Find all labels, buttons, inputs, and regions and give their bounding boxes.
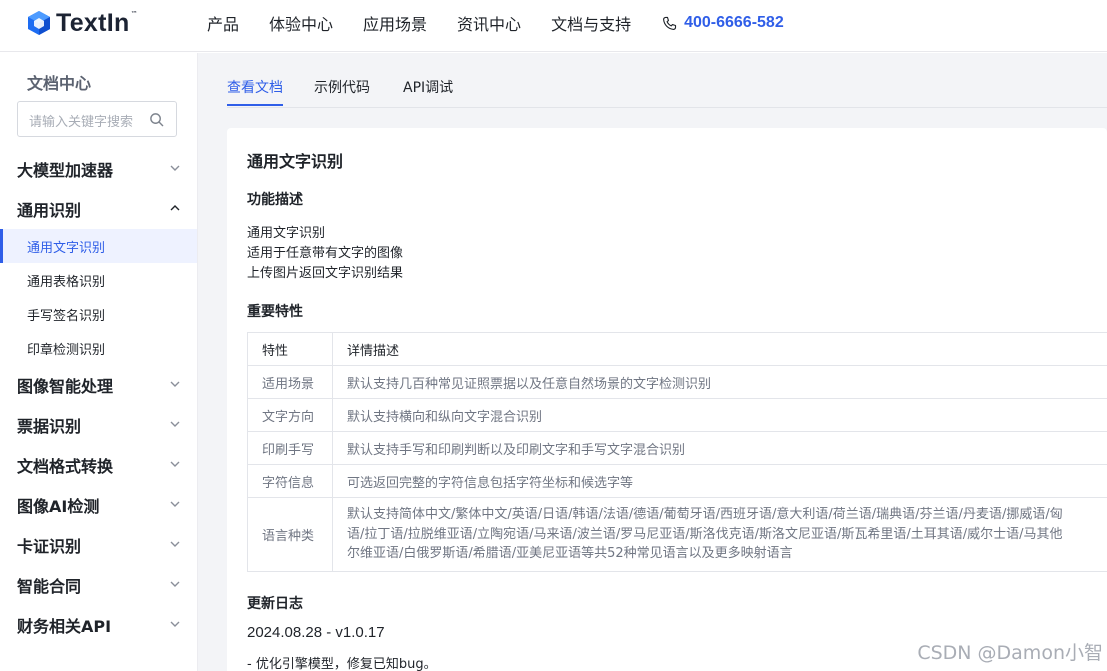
csdn-watermark: CSDN @Damon小智 (917, 642, 1103, 664)
table-cell-detail: 可选返回完整的字符信息包括字符坐标和候选字等 (332, 464, 1107, 498)
table-cell-detail: 默认支持简体中文/繁体中文/英语/日语/韩语/法语/德语/葡萄牙语/西班牙语/意… (332, 497, 1107, 572)
table-cell-feature: 文字方向 (247, 398, 333, 432)
sidebar-group-doc-conversion[interactable]: 文档格式转换 (0, 444, 197, 484)
chevron-down-icon (170, 421, 180, 427)
sidebar-title: 文档中心 (27, 74, 92, 93)
table-cell-detail: 默认支持几百种常见证照票据以及任意自然场景的文字检测识别 (332, 365, 1107, 399)
chevron-down-icon (170, 621, 180, 627)
chevron-down-icon (170, 461, 180, 467)
tab-api-debug[interactable]: API调试 (403, 77, 453, 97)
chevron-down-icon (170, 381, 180, 387)
table-header-cell: 详情描述 (332, 332, 1107, 366)
sidebar-group-label: 图像智能处理 (17, 377, 114, 396)
table-cell-feature: 适用场景 (247, 365, 333, 399)
tab-view-docs[interactable]: 查看文档 (227, 77, 283, 97)
sidebar-group-label: 大模型加速器 (17, 161, 114, 180)
table-row: 语言种类 默认支持简体中文/繁体中文/英语/日语/韩语/法语/德语/葡萄牙语/西… (247, 497, 1107, 572)
sidebar-group-label: 智能合同 (17, 577, 82, 596)
sidebar-group-finance-api[interactable]: 财务相关API (0, 604, 197, 644)
table-cell-feature: 字符信息 (247, 464, 333, 498)
function-line: 通用文字识别 (247, 226, 326, 241)
function-line: 适用于任意带有文字的图像 (247, 246, 404, 261)
doc-sidebar: 文档中心 请输入关键字搜索 大模型加速器 通用识别 通用文字识别 通用表格识别 … (0, 53, 198, 671)
sidebar-group-label: 图像AI检测 (17, 497, 100, 516)
chevron-down-icon (170, 581, 180, 587)
language-line: 尔维亚语/白俄罗斯语/希腊语/亚美尼亚语等共52种常见语言以及更多映射语言 (347, 546, 793, 562)
phone-contact[interactable]: 400-6666-582 (661, 14, 784, 32)
changelog-entry: - 优化引擎模型，修复已知bug。 (247, 657, 437, 671)
table-row: 文字方向 默认支持横向和纵向文字混合识别 (247, 398, 1107, 432)
table-cell-detail: 默认支持横向和纵向文字混合识别 (332, 398, 1107, 432)
sidebar-group-receipt-recognition[interactable]: 票据识别 (0, 404, 197, 444)
table-header-row: 特性 详情描述 (247, 332, 1107, 366)
sidebar-item-label: 通用表格识别 (27, 275, 106, 290)
language-line: 默认支持简体中文/繁体中文/英语/日语/韩语/法语/德语/葡萄牙语/西班牙语/意… (347, 507, 1063, 523)
changelog-heading: 更新日志 (247, 596, 303, 612)
nav-docs-support[interactable]: 文档与支持 (551, 11, 631, 35)
nav-use-cases[interactable]: 应用场景 (363, 11, 427, 35)
table-header-cell: 特性 (247, 332, 333, 366)
search-input[interactable]: 请输入关键字搜索 (17, 101, 177, 137)
features-table: 特性 详情描述 适用场景 默认支持几百种常见证照票据以及任意自然场景的文字检测识… (247, 332, 1107, 572)
table-cell-detail: 默认支持手写和印刷判断以及印刷文字和手写文字混合识别 (332, 431, 1107, 465)
table-row: 字符信息 可选返回完整的字符信息包括字符坐标和候选字等 (247, 464, 1107, 498)
tab-sample-code[interactable]: 示例代码 (314, 77, 370, 97)
phone-number: 400-6666-582 (684, 14, 784, 31)
sidebar-item-label: 手写签名识别 (27, 309, 106, 324)
sidebar-group-smart-contract[interactable]: 智能合同 (0, 564, 197, 604)
logo-trademark: ™ (130, 10, 138, 18)
features-heading: 重要特性 (247, 304, 303, 320)
sidebar-group-label: 文档格式转换 (17, 457, 114, 476)
chevron-down-icon (170, 165, 180, 171)
search-icon[interactable] (149, 112, 164, 127)
sidebar-item-general-table[interactable]: 通用表格识别 (0, 263, 197, 297)
nav-experience-center[interactable]: 体验中心 (269, 11, 333, 35)
table-row: 适用场景 默认支持几百种常见证照票据以及任意自然场景的文字检测识别 (247, 365, 1107, 399)
logo-text: TextIn (56, 8, 130, 37)
sidebar-group-label: 财务相关API (17, 617, 112, 636)
textin-logo[interactable]: TextIn ™ (26, 9, 138, 37)
function-line: 上传图片返回文字识别结果 (247, 266, 404, 281)
doc-tabs: 查看文档 示例代码 API调试 (227, 53, 1107, 108)
doc-title: 通用文字识别 (247, 152, 344, 171)
sidebar-item-general-text[interactable]: 通用文字识别 (0, 229, 197, 263)
doc-card: 通用文字识别 功能描述 通用文字识别 适用于任意带有文字的图像 上传图片返回文字… (227, 128, 1107, 671)
sidebar-item-handwritten-signature[interactable]: 手写签名识别 (0, 297, 197, 331)
function-heading: 功能描述 (247, 192, 303, 208)
chevron-down-icon (170, 501, 180, 507)
table-cell-feature: 语言种类 (247, 497, 333, 572)
sidebar-group-image-ai-detection[interactable]: 图像AI检测 (0, 484, 197, 524)
language-line: 语/拉丁语/拉脱维亚语/立陶宛语/马来语/波兰语/罗马尼亚语/斯洛伐克语/斯洛文… (347, 526, 1063, 542)
table-cell-feature: 印刷手写 (247, 431, 333, 465)
nav-news-center[interactable]: 资讯中心 (457, 11, 521, 35)
sidebar-group-image-processing[interactable]: 图像智能处理 (0, 364, 197, 404)
sidebar-group-general-recognition[interactable]: 通用识别 (0, 188, 197, 228)
sidebar-group-label: 票据识别 (17, 417, 82, 436)
chevron-up-icon (170, 205, 180, 211)
chevron-down-icon (170, 541, 180, 547)
sidebar-group-card-recognition[interactable]: 卡证识别 (0, 524, 197, 564)
sidebar-group-label: 通用识别 (17, 201, 82, 220)
main-nav: 产品 体验中心 应用场景 资讯中心 文档与支持 400-6666-582 (207, 0, 784, 46)
sidebar-item-label: 通用文字识别 (27, 241, 106, 256)
active-tab-indicator (227, 104, 283, 106)
logo-cube-icon (28, 11, 50, 35)
sidebar-item-label: 印章检测识别 (27, 343, 106, 358)
nav-products[interactable]: 产品 (207, 11, 239, 35)
main-content: 查看文档 示例代码 API调试 通用文字识别 功能描述 通用文字识别 适用于任意… (198, 53, 1107, 671)
top-header: TextIn ™ 产品 体验中心 应用场景 资讯中心 文档与支持 400-666… (0, 0, 1107, 52)
version-label: 2024.08.28 - v1.0.17 (247, 624, 385, 641)
sidebar-group-label: 卡证识别 (17, 537, 82, 556)
table-row: 印刷手写 默认支持手写和印刷判断以及印刷文字和手写文字混合识别 (247, 431, 1107, 465)
phone-icon (663, 16, 677, 30)
sidebar-item-seal-detection[interactable]: 印章检测识别 (0, 331, 197, 365)
sidebar-group-llm-accelerator[interactable]: 大模型加速器 (0, 148, 197, 188)
search-placeholder: 请输入关键字搜索 (29, 115, 134, 130)
